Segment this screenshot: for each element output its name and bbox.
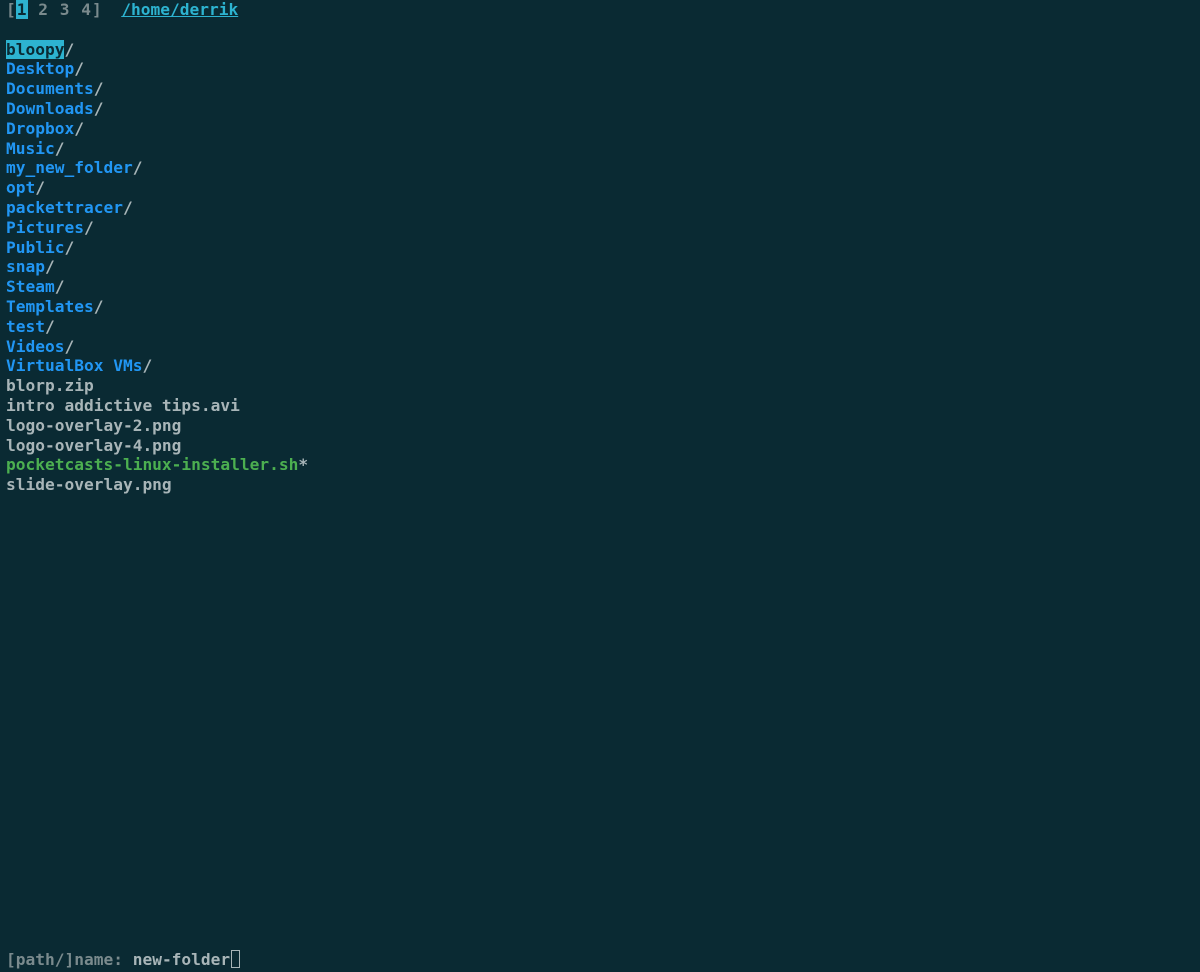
entry-name: test — [6, 317, 45, 336]
tab-2[interactable]: 2 — [37, 0, 49, 19]
folder-item[interactable]: Pictures/ — [6, 218, 1194, 238]
dir-suffix-icon: / — [123, 198, 133, 217]
file-item[interactable]: intro addictive tips.avi — [6, 396, 1194, 416]
folder-item[interactable]: Dropbox/ — [6, 119, 1194, 139]
entry-name: intro addictive tips.avi — [6, 396, 240, 415]
folder-item[interactable]: Videos/ — [6, 337, 1194, 357]
entry-name: bloopy — [6, 40, 64, 59]
tab-4[interactable]: 4 — [80, 0, 92, 19]
entry-name: Desktop — [6, 59, 74, 78]
cursor-icon — [231, 950, 240, 968]
folder-item[interactable]: opt/ — [6, 178, 1194, 198]
dir-suffix-icon: / — [94, 79, 104, 98]
dir-suffix-icon: / — [64, 337, 74, 356]
dir-suffix-icon: / — [55, 139, 65, 158]
folder-item[interactable]: Documents/ — [6, 79, 1194, 99]
dir-suffix-icon: / — [55, 277, 65, 296]
tab-1[interactable]: 1 — [16, 0, 28, 19]
folder-item[interactable]: Music/ — [6, 139, 1194, 159]
file-item[interactable]: logo-overlay-4.png — [6, 436, 1194, 456]
folder-item[interactable]: test/ — [6, 317, 1194, 337]
tab-bar: [1 2 3 4] /home/derrik — [0, 0, 1200, 20]
dir-suffix-icon: / — [84, 218, 94, 237]
file-item[interactable]: logo-overlay-2.png — [6, 416, 1194, 436]
entry-name: Templates — [6, 297, 94, 316]
executable-item[interactable]: pocketcasts-linux-installer.sh* — [6, 455, 1194, 475]
folder-item[interactable]: Public/ — [6, 238, 1194, 258]
folder-item[interactable]: my_new_folder/ — [6, 158, 1194, 178]
prompt-label: [path/]name: — [6, 950, 133, 969]
exec-suffix-icon: * — [298, 455, 308, 474]
status-prompt[interactable]: [path/]name: new-folder — [0, 950, 1200, 972]
folder-item[interactable]: Desktop/ — [6, 59, 1194, 79]
folder-item[interactable]: Steam/ — [6, 277, 1194, 297]
entry-name: Music — [6, 139, 55, 158]
entry-name: Steam — [6, 277, 55, 296]
entry-name: logo-overlay-2.png — [6, 416, 181, 435]
dir-suffix-icon: / — [74, 119, 84, 138]
folder-item[interactable]: packettracer/ — [6, 198, 1194, 218]
entry-name: Downloads — [6, 99, 94, 118]
entry-name: Pictures — [6, 218, 84, 237]
entry-name: Public — [6, 238, 64, 257]
entry-name: logo-overlay-4.png — [6, 436, 181, 455]
entry-name: blorp.zip — [6, 376, 94, 395]
entry-name: slide-overlay.png — [6, 475, 172, 494]
dir-suffix-icon: / — [94, 297, 104, 316]
dir-suffix-icon: / — [94, 99, 104, 118]
entry-name: Dropbox — [6, 119, 74, 138]
tab-3[interactable]: 3 — [59, 0, 71, 19]
dir-suffix-icon: / — [74, 59, 84, 78]
file-item[interactable]: blorp.zip — [6, 376, 1194, 396]
entry-name: packettracer — [6, 198, 123, 217]
dir-suffix-icon: / — [45, 317, 55, 336]
folder-item[interactable]: Templates/ — [6, 297, 1194, 317]
folder-item[interactable]: VirtualBox VMs/ — [6, 356, 1194, 376]
entry-name: my_new_folder — [6, 158, 133, 177]
dir-suffix-icon: / — [133, 158, 143, 177]
entry-name: Documents — [6, 79, 94, 98]
dir-suffix-icon: / — [142, 356, 152, 375]
dir-suffix-icon: / — [35, 178, 45, 197]
entry-name: opt — [6, 178, 35, 197]
tab-bracket-close: ] — [92, 0, 102, 19]
file-item[interactable]: slide-overlay.png — [6, 475, 1194, 495]
dir-suffix-icon: / — [45, 257, 55, 276]
entry-name: Videos — [6, 337, 64, 356]
file-listing[interactable]: bloopy/Desktop/Documents/Downloads/Dropb… — [0, 40, 1200, 495]
entry-name: snap — [6, 257, 45, 276]
folder-item[interactable]: snap/ — [6, 257, 1194, 277]
folder-item[interactable]: bloopy/ — [6, 40, 1194, 60]
dir-suffix-icon: / — [64, 40, 74, 59]
dir-suffix-icon: / — [64, 238, 74, 257]
entry-name: VirtualBox VMs — [6, 356, 142, 375]
folder-item[interactable]: Downloads/ — [6, 99, 1194, 119]
current-path[interactable]: /home/derrik — [121, 0, 238, 19]
prompt-input[interactable]: new-folder — [133, 950, 230, 969]
entry-name: pocketcasts-linux-installer.sh — [6, 455, 298, 474]
tab-bracket-open: [ — [6, 0, 16, 19]
